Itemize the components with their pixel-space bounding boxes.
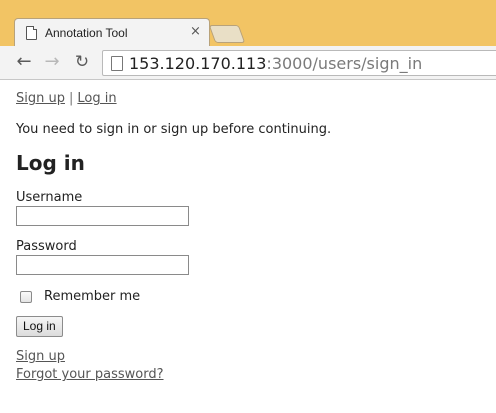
password-field[interactable] <box>16 255 189 275</box>
page-title: Log in <box>16 151 85 175</box>
forward-arrow-icon[interactable]: → <box>42 52 62 72</box>
browser-toolbar: ← → ↻ 153.120.170.113:3000/users/sign_in <box>0 46 496 80</box>
nav-sign-up-link[interactable]: Sign up <box>16 91 65 106</box>
nav-log-in-link[interactable]: Log in <box>77 91 116 106</box>
flash-notice: You need to sign in or sign up before co… <box>16 122 332 137</box>
close-icon[interactable]: × <box>190 25 201 39</box>
nav-separator: | <box>68 91 74 106</box>
remember-me-label: Remember me <box>44 289 141 304</box>
document-icon <box>26 26 37 40</box>
username-label: Username <box>16 190 83 205</box>
url-host: 153.120.170.113 <box>129 54 267 73</box>
password-label: Password <box>16 239 77 254</box>
remember-me-checkbox[interactable] <box>20 290 32 303</box>
tab-title: Annotation Tool <box>45 26 128 40</box>
tab-content: Annotation Tool <box>26 22 128 44</box>
log-in-button[interactable]: Log in <box>16 316 63 337</box>
remember-me-row: Remember me <box>16 289 140 304</box>
address-bar[interactable]: 153.120.170.113:3000/users/sign_in <box>102 50 496 76</box>
url-text: 153.120.170.113:3000/users/sign_in <box>129 54 422 73</box>
reload-icon[interactable]: ↻ <box>72 52 92 72</box>
username-field[interactable] <box>16 206 189 226</box>
new-tab-button[interactable] <box>208 25 246 43</box>
top-nav: Sign up | Log in <box>16 91 117 106</box>
page-icon <box>111 56 123 71</box>
tab-strip: Annotation Tool × <box>0 0 496 46</box>
sign-up-link[interactable]: Sign up <box>16 349 65 364</box>
back-arrow-icon[interactable]: ← <box>14 52 34 72</box>
forgot-password-link[interactable]: Forgot your password? <box>16 367 164 382</box>
browser-window: Annotation Tool × ← → ↻ 153.120.170.113:… <box>0 0 496 413</box>
url-path: :3000/users/sign_in <box>266 54 423 73</box>
